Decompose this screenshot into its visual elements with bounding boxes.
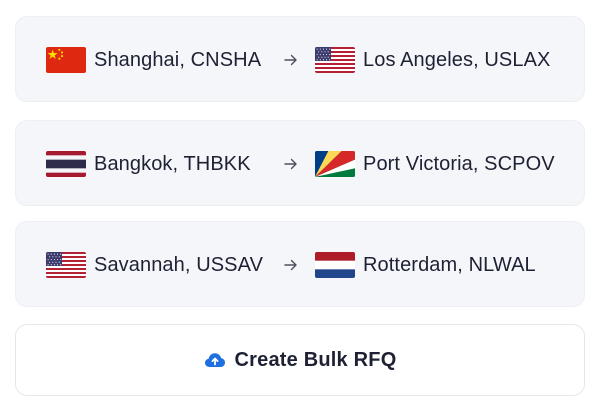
flag-netherlands-icon (315, 252, 355, 278)
flag-usa-icon (46, 252, 86, 278)
route-card[interactable]: Bangkok, THBKK Port Victoria, SCPOV (15, 120, 585, 206)
arrow-right-icon (284, 121, 298, 207)
create-bulk-rfq-label: Create Bulk RFQ (234, 348, 397, 371)
origin-port: Shanghai, CNSHA (46, 17, 261, 103)
flag-seychelles-icon (315, 151, 355, 177)
arrow-right-icon (284, 222, 298, 308)
origin-port-name: Bangkok, THBKK (94, 152, 251, 175)
flag-usa-icon (315, 47, 355, 73)
cloud-upload-icon (204, 352, 226, 368)
destination-port: Rotterdam, NLWAL (315, 222, 536, 308)
route-card[interactable]: Savannah, USSAV Rotterdam, NLWAL (15, 221, 585, 307)
destination-port: Port Victoria, SCPOV (315, 121, 555, 207)
destination-port-name: Rotterdam, NLWAL (363, 253, 536, 276)
route-list: Shanghai, CNSHA Los Angeles, USLAX Bangk… (0, 0, 600, 411)
origin-port-name: Savannah, USSAV (94, 253, 264, 276)
origin-port-name: Shanghai, CNSHA (94, 48, 262, 71)
origin-port: Bangkok, THBKK (46, 121, 251, 207)
destination-port: Los Angeles, USLAX (315, 17, 550, 103)
route-card[interactable]: Shanghai, CNSHA Los Angeles, USLAX (15, 16, 585, 102)
create-bulk-rfq-button[interactable]: Create Bulk RFQ (15, 324, 585, 396)
flag-thailand-icon (46, 151, 86, 177)
destination-port-name: Los Angeles, USLAX (363, 48, 551, 71)
arrow-right-icon (284, 17, 298, 103)
flag-china-icon (46, 47, 86, 73)
origin-port: Savannah, USSAV (46, 222, 263, 308)
destination-port-name: Port Victoria, SCPOV (363, 152, 555, 175)
